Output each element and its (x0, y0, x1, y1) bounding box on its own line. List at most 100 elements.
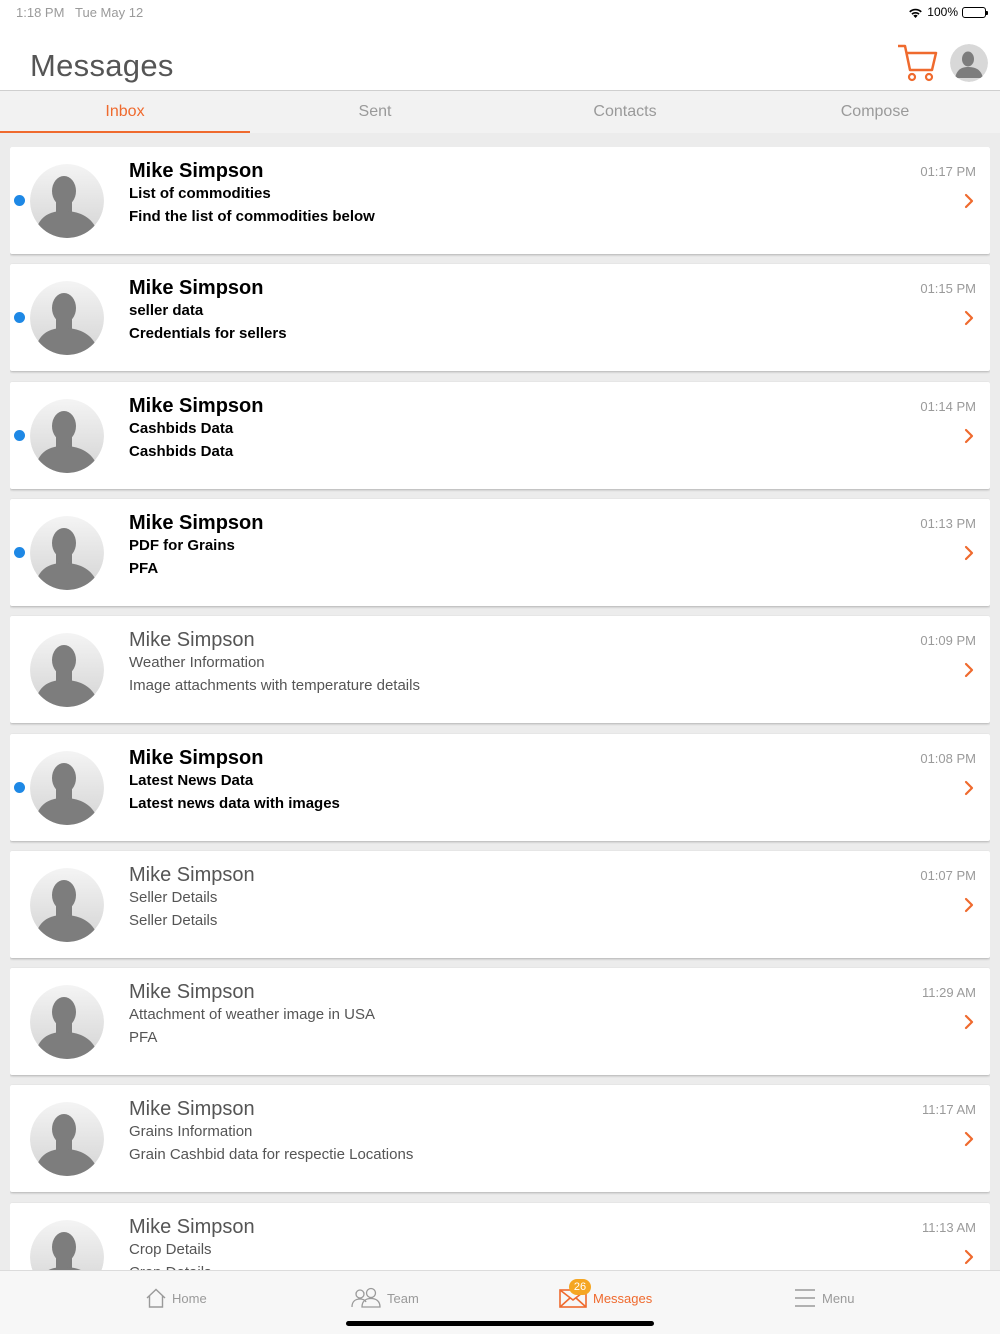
message-card[interactable]: Mike Simpson PDF for Grains PFA 01:13 PM (10, 499, 990, 606)
sender-avatar (30, 281, 104, 355)
tabbar-messages[interactable]: 26 Messages (559, 1279, 653, 1313)
message-time: 11:17 AM (922, 1102, 976, 1117)
user-icon (30, 1102, 104, 1176)
sender-name: Mike Simpson (129, 1216, 255, 1238)
status-bar: 1:18 PM Tue May 12 100% (0, 0, 1000, 26)
unread-dot (14, 195, 25, 206)
sender-name: Mike Simpson (129, 395, 264, 417)
message-time: 01:17 PM (920, 164, 976, 179)
tabbar-team-label: Team (387, 1290, 419, 1306)
chevron-right-icon (964, 193, 974, 209)
messages-badge: 26 (569, 1279, 591, 1295)
tabbar-home[interactable]: Home (146, 1283, 207, 1313)
user-icon (30, 164, 104, 238)
message-preview: PFA (129, 560, 159, 577)
message-preview: Grain Cashbid data for respectie Locatio… (129, 1146, 414, 1163)
message-card[interactable]: Mike Simpson seller data Credentials for s… (10, 264, 990, 371)
tabbar-home-label: Home (172, 1290, 207, 1306)
tab-inbox[interactable]: Inbox (0, 91, 250, 133)
sender-name: Mike Simpson (129, 512, 264, 534)
sender-name: Mike Simpson (129, 981, 255, 1003)
user-icon (30, 751, 104, 825)
chevron-right-icon (964, 1249, 974, 1265)
message-preview: Credentials for sellers (129, 325, 287, 342)
message-subject: Crop Details (129, 1241, 212, 1258)
status-date: Tue May 12 (75, 5, 144, 20)
message-preview: Find the list of commodities below (129, 208, 375, 225)
sender-name: Mike Simpson (129, 629, 255, 651)
sender-name: Mike Simpson (129, 747, 264, 769)
message-card[interactable]: Mike Simpson Seller Details Seller Details… (10, 851, 990, 958)
message-preview: PFA (129, 1029, 158, 1046)
message-preview: Seller Details (129, 912, 218, 929)
message-card[interactable]: Mike Simpson Grains Information Grain Cash… (10, 1085, 990, 1192)
message-card[interactable]: Mike Simpson Weather Information Image att… (10, 616, 990, 723)
status-right: 100% (908, 5, 988, 19)
message-subject: Weather Information (129, 654, 265, 671)
message-card[interactable]: Mike Simpson List of commodities Find the … (10, 147, 990, 254)
tabbar-messages-label: Messages (593, 1290, 653, 1306)
status-time: 1:18 PM Tue May 12 (16, 5, 986, 20)
user-icon (30, 399, 104, 473)
tabbar-menu[interactable]: Menu (794, 1283, 855, 1313)
tab-sent[interactable]: Sent (250, 91, 500, 133)
message-time: 01:15 PM (920, 281, 976, 296)
home-icon (146, 1288, 166, 1308)
user-icon (30, 868, 104, 942)
message-time: 01:07 PM (920, 868, 976, 883)
message-subject: Attachment of weather image in USA (129, 1006, 375, 1023)
chevron-right-icon (964, 545, 974, 561)
header: Messages (0, 26, 1000, 91)
message-time: 01:14 PM (920, 399, 976, 414)
message-time: 11:13 AM (922, 1220, 976, 1235)
tab-compose[interactable]: Compose (750, 91, 1000, 133)
message-card[interactable]: Mike Simpson Latest News Data Latest news … (10, 734, 990, 841)
chevron-right-icon (964, 662, 974, 678)
sender-avatar (30, 751, 104, 825)
message-preview: Image attachments with temperature detai… (129, 677, 420, 694)
page-title: Messages (30, 48, 174, 83)
chevron-right-icon (964, 897, 974, 913)
message-card[interactable]: Mike Simpson Cashbids Data Cashbids Data 01… (10, 382, 990, 489)
chevron-right-icon (964, 1131, 974, 1147)
hamburger-icon (795, 1289, 815, 1307)
profile-avatar[interactable] (950, 44, 988, 82)
sender-avatar (30, 868, 104, 942)
unread-dot (14, 782, 25, 793)
tab-contacts[interactable]: Contacts (500, 91, 750, 133)
tabbar-menu-label: Menu (822, 1290, 855, 1306)
message-card[interactable]: Mike Simpson Attachment of weather image … (10, 968, 990, 1075)
chevron-right-icon (964, 428, 974, 444)
message-time: 11:29 AM (922, 985, 976, 1000)
user-icon (30, 281, 104, 355)
user-icon (30, 985, 104, 1059)
message-card[interactable]: Mike SimpsonCrop DetailsCrop Details11:1… (10, 1203, 990, 1270)
sender-name: Mike Simpson (129, 277, 264, 299)
tab-bar-top: Inbox Sent Contacts Compose (0, 91, 1000, 133)
message-preview: Latest news data with images (129, 795, 340, 812)
message-time: 01:13 PM (920, 516, 976, 531)
message-time: 01:09 PM (920, 633, 976, 648)
chevron-right-icon (964, 780, 974, 796)
tabbar-team[interactable]: Team (351, 1283, 419, 1313)
chevron-right-icon (964, 1014, 974, 1030)
sender-avatar (30, 1102, 104, 1176)
message-list: Mike Simpson List of commodities Find the … (10, 147, 990, 1270)
cart-icon[interactable] (896, 42, 938, 84)
battery-icon (962, 6, 988, 18)
message-subject: Cashbids Data (129, 420, 234, 437)
sender-avatar (30, 1220, 104, 1270)
message-time: 01:08 PM (920, 751, 976, 766)
sender-avatar (30, 985, 104, 1059)
sender-name: Mike Simpson (129, 864, 255, 886)
message-subject: seller data (129, 302, 204, 319)
sender-avatar (30, 633, 104, 707)
wifi-icon (909, 8, 923, 18)
unread-dot (14, 430, 25, 441)
messages-icon-wrap: 26 (559, 1279, 591, 1308)
message-subject: Seller Details (129, 889, 218, 906)
sender-avatar (30, 516, 104, 590)
message-subject: Latest News Data (129, 772, 254, 789)
home-indicator[interactable] (346, 1321, 654, 1326)
user-icon (30, 516, 104, 590)
